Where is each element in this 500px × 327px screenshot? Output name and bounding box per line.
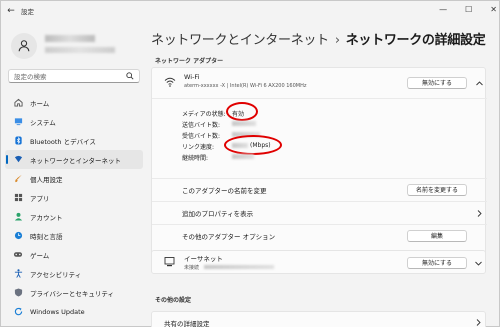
chevron-down-icon[interactable] <box>475 261 482 266</box>
main-content: ネットワークとインターネット › ネットワークの詳細設定 ネットワーク アダプター … <box>151 21 497 327</box>
sidebar-item-label: プライバシーとセキュリティ <box>30 289 114 298</box>
search-box[interactable]: 設定の検索 <box>8 69 140 83</box>
wifi-details: メディアの状態: 有効 送信バイト数: 受信バイト数: リンク速度: (Mbps… <box>152 98 487 178</box>
wifi-adapter-description: aterm-xxxxxx -X | Intel(R) Wi-Fi 6 AX200… <box>184 83 307 89</box>
sidebar-item-label: アプリ <box>30 194 50 203</box>
search-input[interactable]: 設定の検索 <box>14 71 47 81</box>
sent-bytes-label: 送信バイト数: <box>182 122 221 129</box>
maximize-button[interactable]: ☐ <box>465 5 472 14</box>
sidebar-item-label: ゲーム <box>30 251 50 260</box>
sent-bytes-redacted <box>232 121 256 126</box>
home-icon <box>13 98 23 108</box>
shield-icon <box>13 288 23 298</box>
game-icon <box>13 250 23 260</box>
duration-label: 継続時間: <box>182 155 209 162</box>
account-email-redacted <box>45 47 115 53</box>
duration-redacted <box>232 154 254 159</box>
sidebar-item-home[interactable]: ホーム <box>5 93 143 112</box>
back-arrow-icon[interactable]: ← <box>1 6 21 16</box>
ethernet-adapter-name: イーサネット <box>184 255 223 263</box>
sidebar-item-accessibility[interactable]: アクセシビリティ <box>5 264 143 283</box>
sidebar-item-gaming[interactable]: ゲーム <box>5 245 143 264</box>
chevron-up-icon[interactable] <box>476 81 483 86</box>
highlight-circle-media-state <box>226 102 258 121</box>
breadcrumb-parent[interactable]: ネットワークとインターネット <box>151 33 329 48</box>
sidebar-item-apps[interactable]: アプリ <box>5 188 143 207</box>
sidebar-item-accounts[interactable]: アカウント <box>5 207 143 226</box>
additional-properties-label: 追加のプロパティを表示 <box>182 210 254 218</box>
sharing-settings-card[interactable]: 共有の詳細設定 <box>151 311 486 327</box>
chevron-right-icon <box>476 319 481 326</box>
account-icon <box>13 212 23 222</box>
sidebar-item-label: 個人用設定 <box>30 175 63 184</box>
sidebar-item-label: ネットワークとインターネット <box>30 156 121 165</box>
minimize-button[interactable]: — <box>439 5 447 14</box>
ethernet-adapter-card[interactable]: イーサネット 未接続 無効にする <box>151 250 486 274</box>
ethernet-description-redacted <box>204 265 274 269</box>
ethernet-disable-button[interactable]: 無効にする <box>407 257 467 269</box>
sidebar-item-system[interactable]: システム <box>5 112 143 131</box>
highlight-circle-link-speed <box>224 135 282 155</box>
sidebar-item-windows-update[interactable]: Windows Update <box>5 302 143 321</box>
close-button[interactable]: ✕ <box>490 5 497 14</box>
sidebar-item-label: システム <box>30 118 56 127</box>
system-icon <box>13 117 23 127</box>
link-speed-label: リンク速度: <box>182 144 215 151</box>
additional-properties-row[interactable]: 追加のプロパティを表示 <box>152 201 487 224</box>
edit-button[interactable]: 編集 <box>407 230 467 242</box>
rename-button[interactable]: 名前を変更する <box>407 184 467 196</box>
sidebar-item-label: 時刻と言語 <box>30 232 63 241</box>
wifi-icon <box>164 77 176 87</box>
network-icon <box>13 155 23 165</box>
sidebar-item-label: アカウント <box>30 213 63 222</box>
avatar[interactable] <box>11 33 37 59</box>
rename-adapter-label: このアダプターの名前を変更 <box>182 187 267 195</box>
ethernet-icon <box>164 257 175 267</box>
sidebar-item-label: Bluetooth とデバイス <box>30 137 96 146</box>
wifi-adapter-header[interactable]: Wi-Fi aterm-xxxxxx -X | Intel(R) Wi-Fi 6… <box>152 68 487 98</box>
sidebar-item-label: Windows Update <box>30 307 85 316</box>
user-icon <box>18 40 30 52</box>
bluetooth-icon <box>13 136 23 146</box>
more-adapter-options-row: その他のアダプター オプション 編集 <box>152 224 487 247</box>
account-name-redacted <box>45 35 95 42</box>
wifi-adapter-card: Wi-Fi aterm-xxxxxx -X | Intel(R) Wi-Fi 6… <box>151 67 487 265</box>
wifi-disable-button[interactable]: 無効にする <box>407 77 467 89</box>
ethernet-status: 未接続 <box>184 265 200 271</box>
window-controls: — ☐ ✕ <box>439 5 497 14</box>
sidebar-item-personalization[interactable]: 個人用設定 <box>5 169 143 188</box>
breadcrumb: ネットワークとインターネット › ネットワークの詳細設定 <box>151 29 486 48</box>
more-adapter-options-label: その他のアダプター オプション <box>182 233 276 241</box>
sidebar-item-bluetooth[interactable]: Bluetooth とデバイス <box>5 131 143 150</box>
sidebar-item-privacy[interactable]: プライバシーとセキュリティ <box>5 283 143 302</box>
breadcrumb-separator: › <box>334 33 340 48</box>
sidebar-item-network[interactable]: ネットワークとインターネット <box>5 150 143 169</box>
chevron-right-icon <box>477 210 482 217</box>
sidebar-nav: ホーム システム Bluetooth とデバイス ネットワークとインターネット … <box>5 93 143 321</box>
update-icon <box>13 307 23 317</box>
received-bytes-label: 受信バイト数: <box>182 133 221 140</box>
section-label-adapters: ネットワーク アダプター <box>155 58 224 65</box>
wifi-adapter-name: Wi-Fi <box>184 73 200 81</box>
page-title: ネットワークの詳細設定 <box>345 33 486 48</box>
section-label-other: その他の設定 <box>155 297 192 304</box>
accessibility-icon <box>13 269 23 279</box>
media-state-label: メディアの状態: <box>182 111 226 118</box>
sidebar-item-label: ホーム <box>30 99 50 108</box>
clock-icon <box>13 231 23 241</box>
title-bar: ← 設定 — ☐ ✕ <box>1 1 500 21</box>
sharing-settings-label: 共有の詳細設定 <box>164 320 210 327</box>
sidebar-item-label: アクセシビリティ <box>30 270 82 279</box>
brush-icon <box>13 174 23 184</box>
sidebar: 設定の検索 ホーム システム Bluetooth とデバイス ネットワークとイン… <box>1 21 149 327</box>
rename-adapter-row: このアダプターの名前を変更 名前を変更する <box>152 178 487 201</box>
sidebar-item-time-language[interactable]: 時刻と言語 <box>5 226 143 245</box>
apps-icon <box>13 193 23 203</box>
search-icon <box>126 72 134 80</box>
app-title: 設定 <box>21 8 34 16</box>
